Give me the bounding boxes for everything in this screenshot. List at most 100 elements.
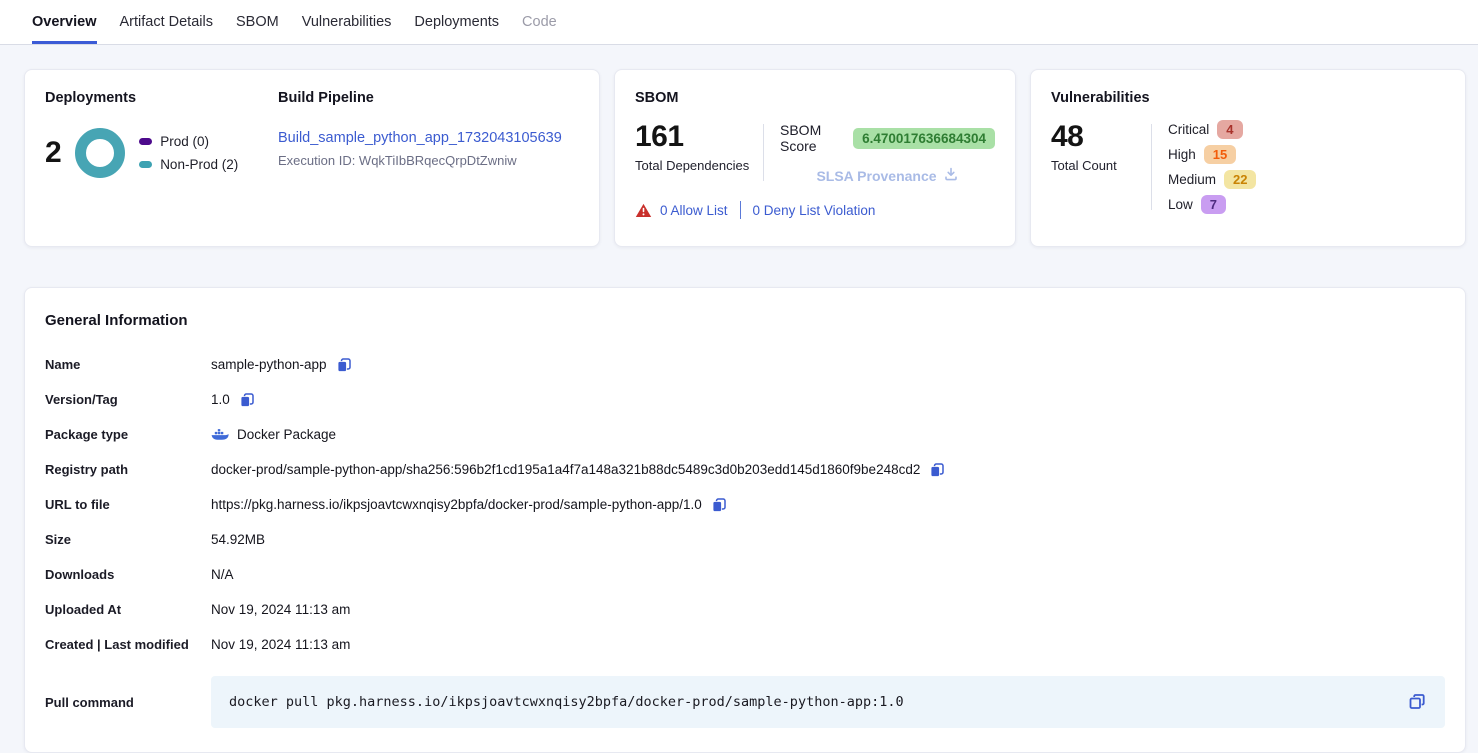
- tab-sbom[interactable]: SBOM: [236, 0, 279, 44]
- legend-prod-label: Prod (0): [160, 134, 209, 149]
- sbom-total-block: 161 Total Dependencies: [635, 120, 763, 185]
- vulnerabilities-total-block: 48 Total Count: [1051, 120, 1151, 214]
- name-label: Name: [45, 357, 211, 372]
- sbom-score-row: SBOM Score 6.470017636684304: [780, 122, 995, 154]
- severity-low-badge: 7: [1201, 195, 1226, 214]
- docker-icon: [211, 428, 229, 442]
- severity-critical-badge: 4: [1217, 120, 1242, 139]
- deployments-section: Deployments 2 Prod (0) Non-Prod (2): [45, 90, 278, 226]
- severity-medium-badge: 22: [1224, 170, 1256, 189]
- page-content: Deployments 2 Prod (0) Non-Prod (2): [0, 45, 1478, 753]
- downloads-label: Downloads: [45, 567, 211, 582]
- package-type-label: Package type: [45, 427, 211, 442]
- deployments-build-card: Deployments 2 Prod (0) Non-Prod (2): [24, 69, 600, 247]
- copy-name-button[interactable]: [335, 356, 353, 374]
- sbom-body: 161 Total Dependencies SBOM Score 6.4700…: [635, 120, 995, 185]
- row-downloads: Downloads N/A: [45, 557, 1445, 592]
- row-registry-path: Registry path docker-prod/sample-python-…: [45, 452, 1445, 487]
- package-type-value: Docker Package: [237, 427, 336, 442]
- row-package-type: Package type Docker Package: [45, 417, 1445, 452]
- tab-code[interactable]: Code: [522, 0, 557, 44]
- sbom-policy-links: 0 Allow List 0 Deny List Violation: [635, 201, 995, 219]
- legend-nonprod-label: Non-Prod (2): [160, 157, 238, 172]
- download-icon: [943, 166, 959, 185]
- copy-url-button[interactable]: [710, 496, 728, 514]
- copy-icon: [1407, 692, 1427, 712]
- severity-row-medium: Medium 22: [1168, 170, 1445, 189]
- warning-icon: [635, 203, 652, 218]
- nonprod-dot-icon: [139, 161, 152, 168]
- severity-medium-label: Medium: [1168, 172, 1216, 187]
- tab-bar: Overview Artifact Details SBOM Vulnerabi…: [0, 0, 1478, 45]
- pull-command-box: docker pull pkg.harness.io/ikpsjoavtcwxn…: [211, 676, 1445, 728]
- tab-overview[interactable]: Overview: [32, 0, 97, 44]
- vulnerabilities-total-label: Total Count: [1051, 158, 1151, 173]
- build-pipeline-section: Build Pipeline Build_sample_python_app_1…: [278, 90, 579, 226]
- pipeline-link[interactable]: Build_sample_python_app_1732043105639: [278, 130, 579, 146]
- copy-pull-command-button[interactable]: [1407, 692, 1427, 712]
- uploaded-at-value: Nov 19, 2024 11:13 am: [211, 602, 350, 617]
- prod-dot-icon: [139, 138, 152, 145]
- vulnerabilities-body: 48 Total Count Critical 4 High 15 Medium: [1051, 120, 1445, 214]
- severity-row-high: High 15: [1168, 145, 1445, 164]
- pull-command-label: Pull command: [45, 695, 211, 710]
- legend-item-nonprod: Non-Prod (2): [139, 157, 238, 172]
- uploaded-at-label: Uploaded At: [45, 602, 211, 617]
- deny-list-link[interactable]: 0 Deny List Violation: [753, 203, 876, 218]
- deployments-legend: Prod (0) Non-Prod (2): [139, 134, 238, 172]
- copy-icon: [238, 391, 256, 409]
- url-to-file-label: URL to file: [45, 497, 211, 512]
- allow-list-link[interactable]: 0 Allow List: [660, 203, 728, 218]
- version-tag-label: Version/Tag: [45, 392, 211, 407]
- copy-icon: [335, 356, 353, 374]
- copy-icon: [928, 461, 946, 479]
- execution-id-text: Execution ID: WqkTiIbBRqecQrpDtZwniw: [278, 153, 579, 168]
- copy-icon: [710, 496, 728, 514]
- general-information-rows: Name sample-python-app Version/Tag 1.0: [45, 347, 1445, 728]
- severity-list: Critical 4 High 15 Medium 22 Low 7: [1152, 120, 1445, 214]
- sbom-card: SBOM 161 Total Dependencies SBOM Score 6…: [614, 69, 1016, 247]
- general-information-title: General Information: [45, 312, 1445, 329]
- general-information-card: General Information Name sample-python-a…: [24, 287, 1466, 753]
- sbom-links-divider: [740, 201, 741, 219]
- sbom-title: SBOM: [635, 90, 995, 106]
- slsa-provenance-link[interactable]: SLSA Provenance: [816, 166, 958, 185]
- deployments-donut-chart: [75, 128, 125, 178]
- vulnerabilities-total: 48: [1051, 120, 1151, 154]
- sbom-total: 161: [635, 120, 763, 154]
- row-name: Name sample-python-app: [45, 347, 1445, 382]
- deployments-title: Deployments: [45, 90, 278, 106]
- row-pull-command: Pull command docker pull pkg.harness.io/…: [45, 676, 1445, 728]
- severity-high-label: High: [1168, 147, 1196, 162]
- deployments-total: 2: [45, 136, 61, 170]
- deployments-body: 2 Prod (0) Non-Prod (2): [45, 128, 278, 178]
- row-created-modified: Created | Last modified Nov 19, 2024 11:…: [45, 627, 1445, 662]
- tab-deployments[interactable]: Deployments: [414, 0, 499, 44]
- severity-high-badge: 15: [1204, 145, 1236, 164]
- row-url-to-file: URL to file https://pkg.harness.io/ikpsj…: [45, 487, 1445, 522]
- size-label: Size: [45, 532, 211, 547]
- copy-registry-path-button[interactable]: [928, 461, 946, 479]
- row-uploaded-at: Uploaded At Nov 19, 2024 11:13 am: [45, 592, 1445, 627]
- created-modified-value: Nov 19, 2024 11:13 am: [211, 637, 350, 652]
- registry-path-label: Registry path: [45, 462, 211, 477]
- tab-artifact-details[interactable]: Artifact Details: [120, 0, 213, 44]
- vulnerabilities-card: Vulnerabilities 48 Total Count Critical …: [1030, 69, 1466, 247]
- tab-vulnerabilities[interactable]: Vulnerabilities: [302, 0, 392, 44]
- version-tag-value: 1.0: [211, 392, 230, 407]
- copy-version-button[interactable]: [238, 391, 256, 409]
- size-value: 54.92MB: [211, 532, 265, 547]
- severity-row-low: Low 7: [1168, 195, 1445, 214]
- sbom-total-label: Total Dependencies: [635, 158, 763, 173]
- row-size: Size 54.92MB: [45, 522, 1445, 557]
- severity-low-label: Low: [1168, 197, 1193, 212]
- created-modified-label: Created | Last modified: [45, 637, 211, 652]
- legend-item-prod: Prod (0): [139, 134, 238, 149]
- severity-row-critical: Critical 4: [1168, 120, 1445, 139]
- row-version-tag: Version/Tag 1.0: [45, 382, 1445, 417]
- downloads-value: N/A: [211, 567, 234, 582]
- url-to-file-value: https://pkg.harness.io/ikpsjoavtcwxnqisy…: [211, 497, 702, 512]
- pull-command-value: docker pull pkg.harness.io/ikpsjoavtcwxn…: [229, 694, 1407, 710]
- name-value: sample-python-app: [211, 357, 327, 372]
- build-pipeline-title: Build Pipeline: [278, 90, 579, 106]
